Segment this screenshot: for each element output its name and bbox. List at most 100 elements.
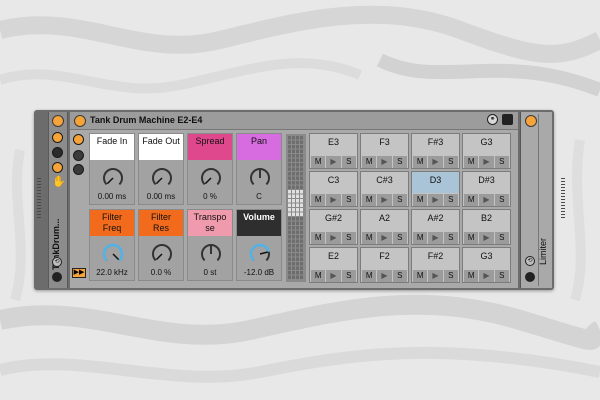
macro-label[interactable]: Fade Out [139, 134, 183, 160]
pad-play-icon[interactable]: ▶ [326, 156, 341, 168]
save-icon[interactable] [502, 114, 513, 125]
pad-note-label[interactable]: F#2 [412, 248, 459, 269]
knob-dial-icon[interactable] [249, 243, 271, 265]
macro-label[interactable]: Pan [237, 134, 281, 160]
pad-solo-button[interactable]: S [341, 194, 356, 206]
pad-solo-button[interactable]: S [494, 232, 509, 244]
pad-play-icon[interactable]: ▶ [377, 156, 392, 168]
drum-pad-6[interactable]: D3 M ▶ S [411, 171, 460, 207]
macro-knob-2[interactable]: Spread 0 % [187, 133, 233, 205]
pad-play-icon[interactable]: ▶ [479, 194, 494, 206]
pad-solo-button[interactable]: S [443, 156, 458, 168]
limiter-hot-swap-icon[interactable]: ⟲ [525, 256, 535, 266]
pad-solo-button[interactable]: S [392, 156, 407, 168]
auto-select-icon[interactable]: ▶▶ [72, 268, 86, 278]
link-icon[interactable]: ⚭ [487, 114, 498, 125]
rack-power-icon[interactable] [52, 115, 64, 127]
pad-solo-button[interactable]: S [392, 270, 407, 282]
drum-pad-0[interactable]: E3 M ▶ S [309, 133, 358, 169]
knob-dial-icon[interactable] [249, 167, 271, 189]
device-view-toggle-icon[interactable] [52, 162, 63, 173]
pad-note-label[interactable]: C#3 [361, 172, 408, 193]
drum-pad-13[interactable]: F2 M ▶ S [360, 247, 409, 283]
pad-mute-button[interactable]: M [413, 194, 428, 206]
macro-knob-7[interactable]: Volume -12.0 dB [236, 209, 282, 281]
macro-view-toggle-icon[interactable] [52, 132, 63, 143]
pad-note-label[interactable]: C3 [310, 172, 357, 193]
pad-play-icon[interactable]: ▶ [479, 270, 494, 282]
pad-solo-button[interactable]: S [443, 232, 458, 244]
pad-note-label[interactable]: F3 [361, 134, 408, 155]
pad-play-icon[interactable]: ▶ [326, 270, 341, 282]
pad-solo-button[interactable]: S [443, 194, 458, 206]
pad-play-icon[interactable]: ▶ [479, 156, 494, 168]
pad-note-label[interactable]: F2 [361, 248, 408, 269]
pad-note-label[interactable]: B2 [463, 210, 510, 231]
pad-mute-button[interactable]: M [413, 232, 428, 244]
pad-mute-button[interactable]: M [311, 156, 326, 168]
pad-mute-button[interactable]: M [362, 194, 377, 206]
pad-note-label[interactable]: G3 [463, 248, 510, 269]
limiter-save-icon[interactable] [525, 272, 535, 282]
pad-mute-button[interactable]: M [311, 232, 326, 244]
pad-play-icon[interactable]: ▶ [428, 156, 443, 168]
pad-note-label[interactable]: A#2 [412, 210, 459, 231]
drum-pad-15[interactable]: G3 M ▶ S [462, 247, 511, 283]
pad-mute-button[interactable]: M [362, 270, 377, 282]
pad-mute-button[interactable]: M [362, 156, 377, 168]
drum-pad-9[interactable]: A2 M ▶ S [360, 209, 409, 245]
pad-solo-button[interactable]: S [392, 194, 407, 206]
macro-label[interactable]: Filter Freq [90, 210, 134, 236]
drum-pad-5[interactable]: C#3 M ▶ S [360, 171, 409, 207]
pad-mute-button[interactable]: M [311, 270, 326, 282]
macro-label[interactable]: Volume [237, 210, 281, 236]
macro-knob-5[interactable]: Filter Res 0.0 % [138, 209, 184, 281]
pad-play-icon[interactable]: ▶ [428, 232, 443, 244]
drum-pad-4[interactable]: C3 M ▶ S [309, 171, 358, 207]
show-devices-button[interactable] [73, 164, 84, 175]
device-power-icon[interactable] [74, 115, 86, 127]
pad-solo-button[interactable]: S [341, 156, 356, 168]
pad-mute-button[interactable]: M [464, 156, 479, 168]
pad-solo-button[interactable]: S [392, 232, 407, 244]
knob-dial-icon[interactable] [102, 243, 124, 265]
pad-mute-button[interactable]: M [413, 156, 428, 168]
knob-dial-icon[interactable] [151, 243, 173, 265]
drum-pad-14[interactable]: F#2 M ▶ S [411, 247, 460, 283]
drum-pad-11[interactable]: B2 M ▶ S [462, 209, 511, 245]
pad-play-icon[interactable]: ▶ [377, 270, 392, 282]
show-macros-button[interactable] [73, 134, 84, 145]
macro-label[interactable]: Transpo se [188, 210, 232, 236]
pad-play-icon[interactable]: ▶ [377, 232, 392, 244]
macro-label[interactable]: Spread [188, 134, 232, 160]
macro-knob-1[interactable]: Fade Out 0.00 ms [138, 133, 184, 205]
drum-pad-7[interactable]: D#3 M ▶ S [462, 171, 511, 207]
knob-dial-icon[interactable] [200, 243, 222, 265]
pad-play-icon[interactable]: ▶ [479, 232, 494, 244]
drum-pad-2[interactable]: F#3 M ▶ S [411, 133, 460, 169]
pad-note-label[interactable]: D#3 [463, 172, 510, 193]
drum-pad-3[interactable]: G3 M ▶ S [462, 133, 511, 169]
pad-note-label[interactable]: F#3 [412, 134, 459, 155]
knob-dial-icon[interactable] [151, 167, 173, 189]
pad-note-label[interactable]: G3 [463, 134, 510, 155]
drum-pad-12[interactable]: E2 M ▶ S [309, 247, 358, 283]
pad-note-label[interactable]: G#2 [310, 210, 357, 231]
limiter-power-icon[interactable] [525, 115, 537, 127]
drum-pad-10[interactable]: A#2 M ▶ S [411, 209, 460, 245]
pad-play-icon[interactable]: ▶ [326, 232, 341, 244]
hand-icon[interactable]: ✋ [52, 177, 66, 188]
macro-knob-4[interactable]: Filter Freq 22.0 kHz [89, 209, 135, 281]
show-chains-button[interactable] [73, 150, 84, 161]
pad-mute-button[interactable]: M [362, 232, 377, 244]
pad-mute-button[interactable]: M [464, 270, 479, 282]
pad-play-icon[interactable]: ▶ [428, 194, 443, 206]
pad-solo-button[interactable]: S [494, 194, 509, 206]
macro-label[interactable]: Filter Res [139, 210, 183, 236]
pad-mute-button[interactable]: M [413, 270, 428, 282]
pad-solo-button[interactable]: S [494, 270, 509, 282]
pad-play-icon[interactable]: ▶ [377, 194, 392, 206]
macro-knob-0[interactable]: Fade In 0.00 ms [89, 133, 135, 205]
pad-solo-button[interactable]: S [494, 156, 509, 168]
pad-overview[interactable] [286, 134, 306, 282]
